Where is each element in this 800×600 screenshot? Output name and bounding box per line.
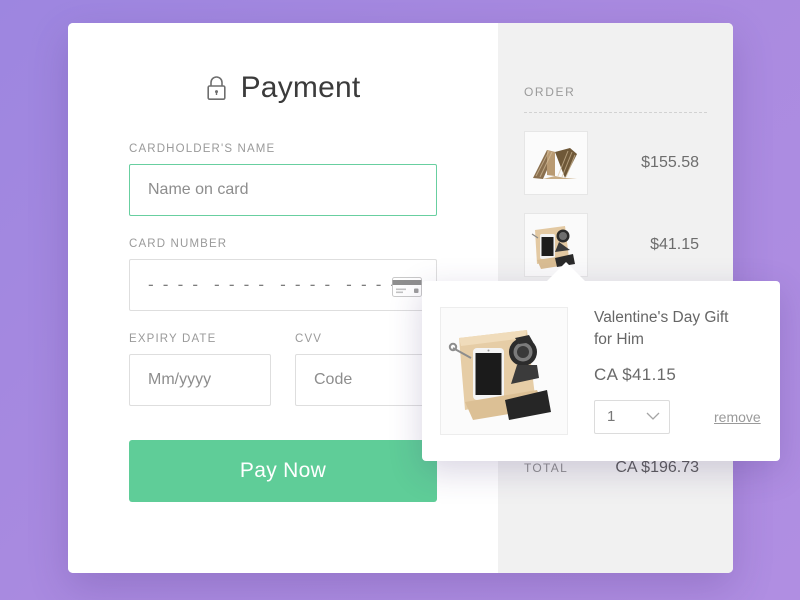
expiry-date-group: EXPIRY DATE Mm/yyyy xyxy=(129,333,271,406)
popup-controls: 1 remove xyxy=(594,399,762,434)
order-title: ORDER xyxy=(524,85,576,99)
order-item-price: $41.15 xyxy=(650,236,699,253)
product-detail-popup: Valentine's Day Gift for Him CA $41.15 1… xyxy=(422,281,780,461)
card-number-group: CARD NUMBER - - - - - - - - - - - - - - … xyxy=(129,238,437,311)
popup-info: Valentine's Day Gift for Him CA $41.15 1… xyxy=(568,299,762,443)
card-number-mask: - - - - - - - - - - - - - - - - xyxy=(148,275,399,294)
total-label: TOTAL xyxy=(524,461,569,475)
order-divider xyxy=(524,112,707,113)
cardholder-name-value: Name on card xyxy=(148,181,249,198)
expiry-date-input[interactable]: Mm/yyyy xyxy=(129,354,271,406)
quantity-select[interactable]: 1 xyxy=(594,399,670,434)
order-total-row: TOTAL CA $196.73 xyxy=(524,459,707,477)
chevron-down-icon xyxy=(646,408,660,425)
expiry-cvv-row: EXPIRY DATE Mm/yyyy CVV Code xyxy=(129,333,437,406)
page-title: Payment xyxy=(240,71,361,104)
cvv-input[interactable]: Code xyxy=(295,354,437,406)
total-amount: CA $196.73 xyxy=(615,459,699,476)
order-item-price: $155.58 xyxy=(641,154,699,171)
card-number-label: CARD NUMBER xyxy=(129,238,228,250)
cvv-group: CVV Code xyxy=(295,333,437,406)
remove-item-link[interactable]: remove xyxy=(714,409,761,425)
credit-card-icon xyxy=(392,277,422,302)
pay-now-button[interactable]: Pay Now xyxy=(129,440,437,502)
popup-product-price: CA $41.15 xyxy=(594,364,677,384)
popup-pointer-arrow xyxy=(545,262,587,283)
cardholder-name-input[interactable]: Name on card xyxy=(129,164,437,216)
cardholder-name-group: CARDHOLDER'S NAME Name on card xyxy=(129,143,437,216)
wooden-striped-object-thumbnail[interactable] xyxy=(524,131,588,195)
wooden-docking-station-image xyxy=(440,307,568,435)
lock-icon xyxy=(206,75,227,101)
cvv-label: CVV xyxy=(295,333,323,345)
payment-header: Payment xyxy=(68,71,498,105)
popup-product-name: Valentine's Day Gift for Him xyxy=(594,309,729,349)
expiry-date-value: Mm/yyyy xyxy=(148,371,212,388)
order-item-row[interactable]: $155.58 xyxy=(524,131,707,195)
expiry-date-label: EXPIRY DATE xyxy=(129,333,217,345)
cvv-value: Code xyxy=(314,371,353,388)
cardholder-name-label: CARDHOLDER'S NAME xyxy=(129,143,276,155)
card-number-input[interactable]: - - - - - - - - - - - - - - - - xyxy=(129,259,437,311)
quantity-value: 1 xyxy=(607,408,616,426)
